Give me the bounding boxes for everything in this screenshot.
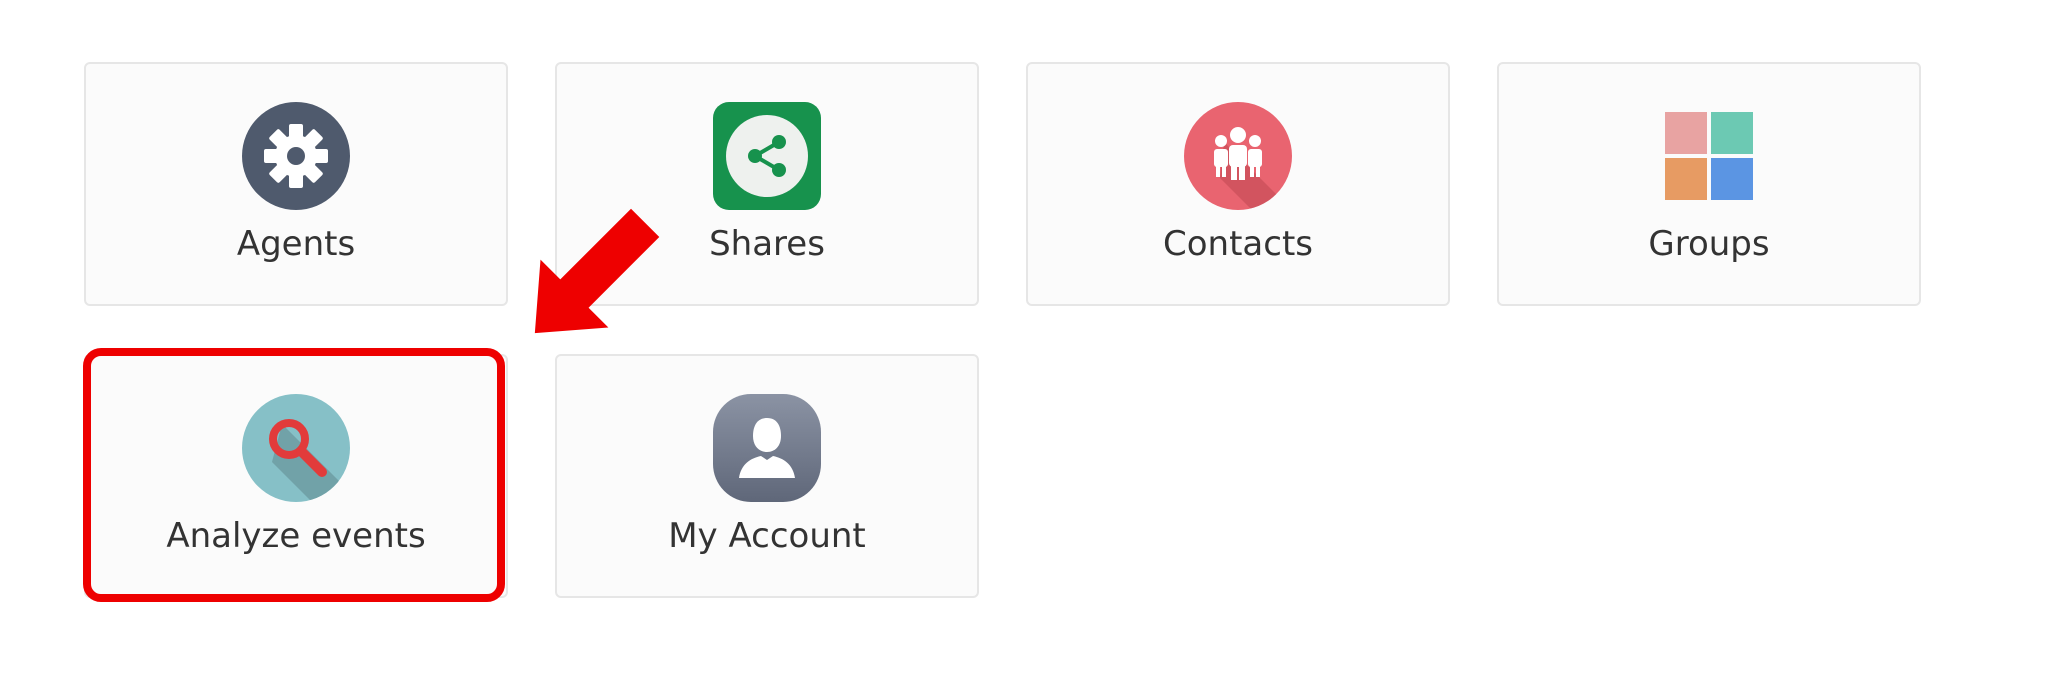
- tile-label: Agents: [236, 224, 356, 264]
- gear-icon: [242, 102, 350, 210]
- people-icon: [1184, 102, 1292, 210]
- tile-agents[interactable]: Agents: [84, 62, 508, 306]
- tile-label: Groups: [1648, 224, 1770, 264]
- tile-analyze-events[interactable]: Analyze events: [84, 354, 508, 598]
- user-profile-icon: [713, 394, 821, 502]
- tile-shares[interactable]: Shares: [555, 62, 979, 306]
- tile-label: Analyze events: [166, 516, 426, 556]
- tile-contacts[interactable]: Contacts: [1026, 62, 1450, 306]
- magnifier-icon: [242, 394, 350, 502]
- grid-icon: [1655, 102, 1763, 210]
- share-icon: [713, 102, 821, 210]
- tile-label: My Account: [668, 516, 866, 556]
- tile-label: Shares: [709, 224, 825, 264]
- tile-my-account[interactable]: My Account: [555, 354, 979, 598]
- tile-groups[interactable]: Groups: [1497, 62, 1921, 306]
- tile-label: Contacts: [1163, 224, 1313, 264]
